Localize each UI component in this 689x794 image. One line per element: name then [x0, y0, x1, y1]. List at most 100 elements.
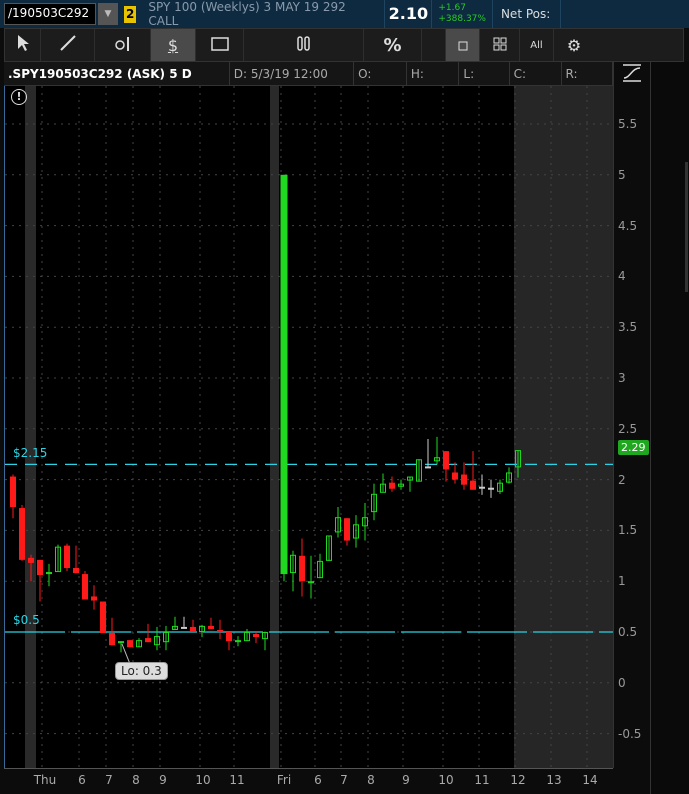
candle-body: [109, 633, 115, 646]
candle-body: [190, 626, 196, 631]
candle-body: [28, 557, 34, 563]
time-tick-label: 14: [582, 773, 598, 787]
symbol-dropdown-button[interactable]: ▼: [98, 3, 118, 25]
candle-body: [19, 508, 25, 560]
time-tick-label: 8: [367, 773, 375, 787]
price-tick-label: 5: [618, 167, 626, 182]
candle-body: [389, 482, 395, 489]
time-tick-label: 9: [402, 773, 410, 787]
price-change: +1.67 +388.37%: [432, 0, 493, 28]
line-icon: [59, 34, 77, 56]
candle-body: [208, 625, 214, 629]
time-tick-label: 9: [159, 773, 167, 787]
alert-icon[interactable]: !: [11, 89, 27, 105]
candle-body: [82, 574, 88, 600]
side-panel: [650, 62, 689, 794]
chart-info-bar: .SPY190503C292 (ASK) 5 D 15m D: 5/3/19 1…: [4, 61, 613, 105]
candle-body: [127, 640, 133, 648]
price-axis[interactable]: 5.5 5 4.5 4 3.5 3 2.5 2 1.5 1 0.5 0 -0.5: [613, 62, 650, 768]
all-layouts-button[interactable]: All: [520, 29, 554, 61]
time-tick-label: 13: [546, 773, 562, 787]
grid-layout-button[interactable]: [480, 29, 520, 61]
session-break: [270, 86, 279, 768]
chevron-down-icon: ▼: [104, 9, 112, 19]
candle-body: [253, 634, 259, 638]
bar-open: O: 2.12: [354, 61, 407, 105]
price-tool-button[interactable]: $: [151, 29, 196, 61]
candle-body: [73, 567, 79, 574]
time-tick-label: 7: [340, 773, 348, 787]
gear-icon: ⚙: [566, 35, 582, 55]
settings-button[interactable]: ⚙: [554, 29, 594, 61]
studies-icon: [296, 34, 312, 56]
studies-button[interactable]: [244, 29, 364, 61]
price-line-label: $0.5: [13, 613, 40, 627]
candle-body: [470, 480, 476, 490]
bar-close: C: 2.29: [510, 61, 562, 105]
future-area: [514, 86, 614, 768]
time-tick-label: 6: [314, 773, 322, 787]
price-tick-label: 0.5: [618, 625, 638, 639]
candle-body: [64, 545, 70, 568]
candle-body: [479, 486, 485, 489]
candle-body: [443, 451, 449, 470]
candle-body: [280, 174, 288, 575]
time-tick-label: Thu: [33, 773, 57, 787]
link-group-badge[interactable]: 2: [124, 5, 137, 23]
candle-body: [10, 476, 16, 508]
time-tool-button[interactable]: [95, 29, 151, 61]
time-tick-label: 12: [510, 773, 526, 787]
price-tick-label: 5.5: [618, 117, 638, 131]
symbol-input[interactable]: /190503C292: [4, 3, 96, 25]
time-tick-label: 6: [78, 773, 86, 787]
candle-body: [425, 466, 431, 469]
net-position: Net Pos: 0: [493, 0, 561, 49]
single-layout-icon: [458, 36, 468, 55]
price-icon: $: [167, 35, 179, 55]
axis-scale-icon[interactable]: [622, 64, 642, 86]
time-icon: [114, 34, 132, 56]
rectangle-icon: [210, 36, 229, 55]
line-tool-button[interactable]: [41, 29, 95, 61]
time-axis[interactable]: Thu 6 7 8 9 10 11 Fri 6 7 8 9 10 11 12 13 14: [4, 768, 613, 794]
candle-body: [488, 487, 494, 490]
current-price-badge: 2.29: [618, 440, 649, 455]
cursor-icon: [16, 34, 30, 56]
price-tick-label: 3.5: [618, 320, 638, 335]
toolbar-spacer: [422, 29, 446, 61]
candle-body: [37, 559, 43, 576]
time-tick-label: 8: [132, 773, 140, 787]
price-tick-label: 0: [618, 675, 626, 690]
price-tick-label: 4.5: [618, 218, 638, 233]
candle-body: [145, 638, 151, 643]
session-break: [25, 86, 36, 768]
percent-button[interactable]: %: [364, 29, 422, 61]
time-tick-label: 11: [474, 773, 490, 787]
candle-body: [452, 472, 458, 480]
price-tick-label: -0.5: [618, 726, 642, 741]
price-tick-label: 3: [618, 371, 626, 385]
price-tick-label: 2: [618, 472, 626, 487]
candle-body: [344, 518, 350, 541]
price-chart[interactable]: $2.15 $0.5 Lo: 0.3 !: [4, 86, 614, 768]
cursor-button[interactable]: [5, 29, 41, 61]
scrollbar[interactable]: [685, 162, 688, 292]
time-tick-label: Fri: [276, 773, 292, 787]
percent-icon: %: [383, 34, 402, 56]
price-tick-label: 1: [618, 574, 626, 589]
bar-low: L: 2.02: [459, 61, 510, 105]
bar-range: R: 0.27: [562, 61, 613, 105]
time-tick-label: 7: [105, 773, 113, 787]
price-tick-label: 1.5: [618, 523, 638, 538]
price-tick-label: 4: [618, 269, 626, 284]
chart-canvas[interactable]: [5, 86, 614, 768]
symbol-header: /190503C292 ▼ 2 SPY 100 (Weeklys) 3 MAY …: [0, 0, 689, 49]
candle-body: [91, 596, 97, 601]
candle-body: [181, 626, 187, 629]
bar-date: D: 5/3/19 12:00 PM: [230, 61, 355, 105]
candle-body: [299, 555, 305, 582]
rectangle-tool-button[interactable]: [196, 29, 244, 61]
change-value: +1.67: [438, 3, 466, 13]
single-layout-button[interactable]: [446, 29, 480, 61]
candle-body: [217, 629, 223, 632]
